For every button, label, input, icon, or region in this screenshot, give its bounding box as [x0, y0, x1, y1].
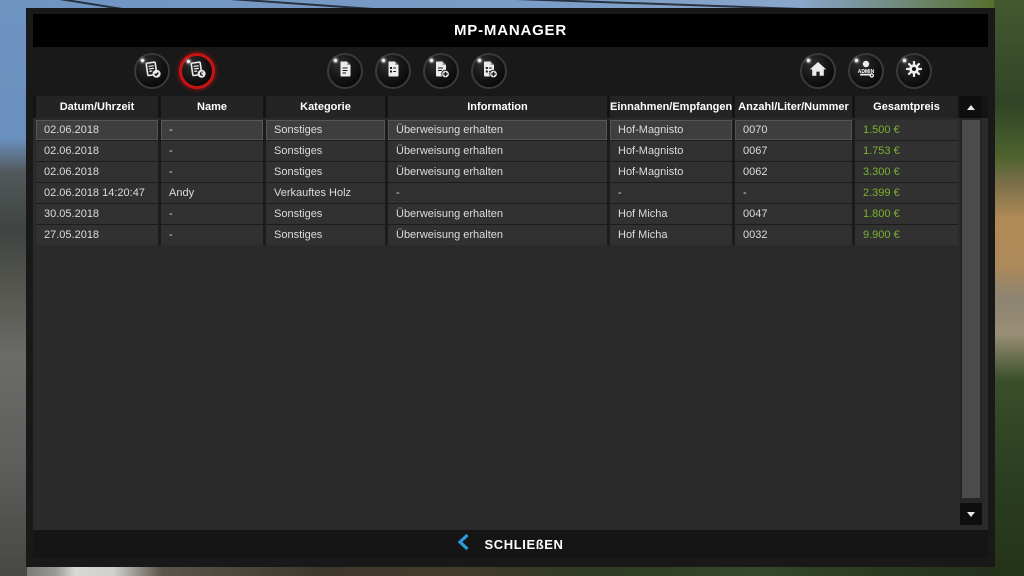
table-header-row: Datum/Uhrzeit Name Kategorie Information… — [36, 96, 958, 118]
table-cell[interactable]: Überweisung erhalten — [388, 162, 607, 182]
admin-button[interactable]: ADMIN — [848, 53, 884, 89]
table-cell[interactable]: - — [161, 162, 263, 182]
arrow-down-icon — [967, 512, 975, 517]
table-cell-price[interactable]: 1.800 € — [855, 204, 958, 224]
table-cell[interactable]: Überweisung erhalten — [388, 120, 607, 140]
table-cell-price[interactable]: 9.900 € — [855, 225, 958, 245]
column-header-information[interactable]: Information — [388, 96, 607, 118]
list-page-button[interactable] — [375, 53, 411, 89]
table-cell[interactable]: Hof-Magnisto — [610, 162, 732, 182]
table-cell[interactable]: 30.05.2018 — [36, 204, 158, 224]
table-cell[interactable]: Andy — [161, 183, 263, 203]
document-icon — [335, 59, 355, 84]
scroll-down-button[interactable] — [960, 503, 982, 525]
admin-user-icon: ADMIN — [855, 58, 877, 85]
mp-manager-window: MP-MANAGER — [26, 8, 995, 567]
table-cell[interactable]: Sonstiges — [266, 225, 385, 245]
table-cell[interactable]: 0070 — [735, 120, 852, 140]
table-cell[interactable]: - — [161, 141, 263, 161]
scroll-up-button[interactable] — [960, 96, 982, 118]
window-title: MP-MANAGER — [33, 14, 988, 47]
table-cell[interactable]: Überweisung erhalten — [388, 204, 607, 224]
document-list-plus-icon — [479, 59, 499, 84]
table-cell[interactable]: 02.06.2018 — [36, 162, 158, 182]
notes-page-button[interactable] — [327, 53, 363, 89]
home-icon — [808, 59, 828, 84]
table-cell[interactable]: - — [610, 183, 732, 203]
table-cell[interactable]: 02.06.2018 — [36, 120, 158, 140]
add-entry-button[interactable] — [423, 53, 459, 89]
table-cell[interactable]: Verkauftes Holz — [266, 183, 385, 203]
column-header-name[interactable]: Name — [161, 96, 263, 118]
svg-text:€: € — [200, 71, 204, 78]
game-background-right — [994, 0, 1024, 576]
table-cell[interactable]: Sonstiges — [266, 141, 385, 161]
column-header-datum[interactable]: Datum/Uhrzeit — [36, 96, 158, 118]
gear-icon — [904, 59, 924, 84]
column-header-kategorie[interactable]: Kategorie — [266, 96, 385, 118]
table-cell[interactable]: - — [388, 183, 607, 203]
transactions-log-button[interactable] — [134, 53, 170, 89]
transaction-table: 02.06.2018 - Sonstiges Überweisung erhal… — [36, 120, 958, 245]
table-cell[interactable]: Überweisung erhalten — [388, 141, 607, 161]
add-list-entry-button[interactable] — [471, 53, 507, 89]
table-cell[interactable]: Hof-Magnisto — [610, 141, 732, 161]
table-cell[interactable]: 0032 — [735, 225, 852, 245]
close-button[interactable]: SCHLIEßEN — [33, 530, 988, 558]
toolbar-group-middle — [327, 53, 507, 89]
scrollbar-thumb[interactable] — [962, 120, 980, 498]
table-cell[interactable]: 0047 — [735, 204, 852, 224]
screen: MP-MANAGER — [0, 0, 1024, 576]
table-cell-price[interactable]: 3.300 € — [855, 162, 958, 182]
table-cell[interactable]: Sonstiges — [266, 162, 385, 182]
column-header-einnahmen[interactable]: Einnahmen/Empfangen von — [610, 96, 732, 118]
close-button-label: SCHLIEßEN — [484, 537, 563, 552]
table-cell[interactable]: - — [735, 183, 852, 203]
scrollbar-track[interactable] — [960, 118, 982, 503]
column-header-anzahl[interactable]: Anzahl/Liter/Nummer — [735, 96, 852, 118]
column-header-gesamtpreis[interactable]: Gesamtpreis — [855, 96, 958, 118]
receipt-check-icon — [142, 59, 162, 84]
home-button[interactable] — [800, 53, 836, 89]
table-cell[interactable]: Hof Micha — [610, 204, 732, 224]
table-cell-price[interactable]: 1.500 € — [855, 120, 958, 140]
table-cell[interactable]: Sonstiges — [266, 204, 385, 224]
table-cell[interactable]: 0062 — [735, 162, 852, 182]
table-cell[interactable]: Sonstiges — [266, 120, 385, 140]
table-cell[interactable]: - — [161, 120, 263, 140]
table-cell[interactable]: 02.06.2018 — [36, 141, 158, 161]
table-cell-price[interactable]: 1.753 € — [855, 141, 958, 161]
arrow-up-icon — [967, 105, 975, 110]
money-transfers-button[interactable]: € — [179, 53, 215, 89]
table-cell[interactable]: 0067 — [735, 141, 852, 161]
toolbar-group-right: ADMIN — [800, 53, 932, 89]
document-plus-icon — [431, 59, 451, 84]
table-cell[interactable]: Überweisung erhalten — [388, 225, 607, 245]
document-list-icon — [383, 59, 403, 84]
table-cell[interactable]: Hof Micha — [610, 225, 732, 245]
chevron-left-icon — [457, 533, 470, 556]
table-cell[interactable]: 27.05.2018 — [36, 225, 158, 245]
table-cell[interactable]: 02.06.2018 14:20:47 — [36, 183, 158, 203]
table-cell[interactable]: - — [161, 225, 263, 245]
toolbar-group-left: € — [134, 53, 215, 89]
table-cell[interactable]: - — [161, 204, 263, 224]
receipt-euro-icon: € — [187, 59, 207, 84]
table-cell[interactable]: Hof-Magnisto — [610, 120, 732, 140]
settings-button[interactable] — [896, 53, 932, 89]
game-background-left — [0, 0, 27, 576]
table-cell-price[interactable]: 2.399 € — [855, 183, 958, 203]
